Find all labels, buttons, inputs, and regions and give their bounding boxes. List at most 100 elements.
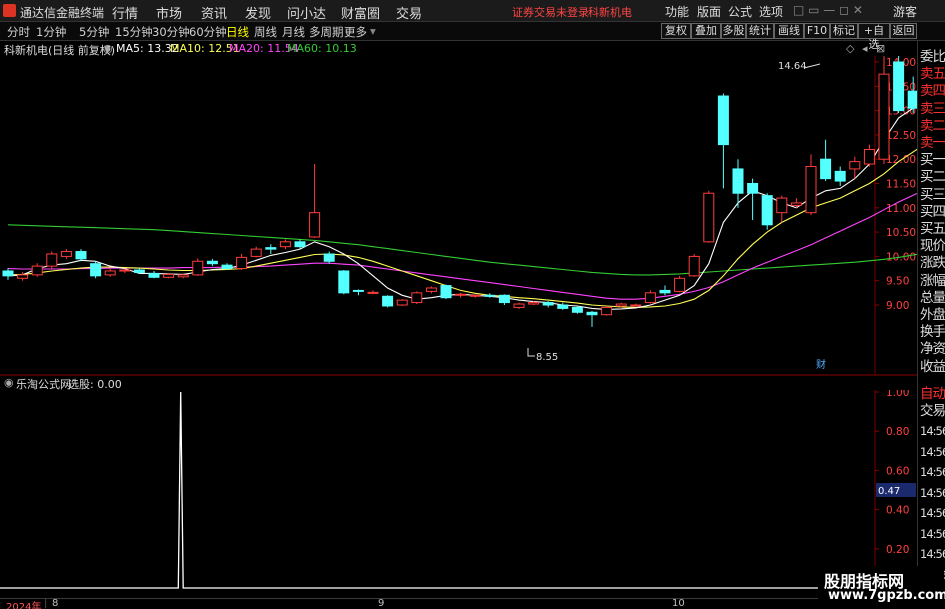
candle-body-up [104,270,116,276]
login-status[interactable]: 证券交易未登录 [512,4,589,20]
settings-circle-icon[interactable]: ◉ [103,42,113,55]
fuquan-button[interactable]: 复权 [661,23,691,39]
candle[interactable] [382,295,394,308]
candle[interactable] [440,284,452,300]
diamond-icon[interactable]: ◇ [846,42,854,55]
menu-xuanxiang[interactable]: 选项 [759,3,783,20]
indicator-chart[interactable]: 1.00 0.80 0.60 0.40 0.20 0.47 [0,390,917,598]
period-more[interactable]: 更多 [344,24,367,40]
tongji-button[interactable]: 统计 [746,23,774,39]
period-15min[interactable]: 15分钟 [115,24,153,40]
price-tick-label: 10.50 [886,227,916,239]
menu-faxian[interactable]: 发现 [245,3,271,22]
candle-body-up [878,73,890,160]
menu-shichang[interactable]: 市场 [156,3,182,22]
settings-circle-icon[interactable]: ◉ [4,376,14,389]
candle[interactable] [688,253,700,277]
candle[interactable] [893,56,905,114]
candle-body-up [396,299,408,306]
candle[interactable] [411,291,423,305]
candle-body-up [601,306,613,316]
cai-label[interactable]: 财 [816,358,826,371]
side-trade-item[interactable]: 交易 [920,399,945,419]
candle-body-up [250,248,262,257]
candle-body-up [411,292,423,304]
candle-body-up [688,255,700,277]
candle-body-up [163,273,175,278]
watermark-line2: www.7gpzb.com [828,588,945,603]
candle-body-up [644,292,656,304]
side-quote-item[interactable]: 收益 [920,355,945,375]
side-time-item: 14:56 [920,547,945,561]
candle[interactable] [601,305,613,316]
high-price-label: 14.64 [778,61,807,72]
diejia-button[interactable]: 叠加 [691,23,721,39]
indicator-tick-label: 0.20 [886,544,909,556]
period-fenshi[interactable]: 分时 [7,24,30,40]
period-5min[interactable]: 5分钟 [79,24,109,40]
period-30min[interactable]: 30分钟 [152,24,190,40]
candle-body-up [776,197,788,214]
collapse-icon[interactable]: ◂ [862,42,868,55]
price-tick-label: 9.00 [886,300,909,312]
candle-body-down [382,295,394,307]
candle-body-up [31,265,43,276]
candle-body-down [571,306,583,313]
current-value-label: 0.47 [878,486,900,497]
candle-body-down [747,183,759,194]
candle[interactable] [396,299,408,306]
menu-wenxiaoda[interactable]: 问小达 [287,3,326,22]
candle[interactable] [571,305,583,314]
period-multi[interactable]: 多周期 [309,24,344,40]
candle-body-up [425,287,437,292]
candle-body-down [834,170,846,182]
candle[interactable] [644,290,656,304]
month-label-8: 8 [52,598,59,609]
candle[interactable] [192,258,204,276]
biaoji-button[interactable]: 标记 [830,23,858,39]
side-time-item: 14:56 [920,465,945,479]
add-watchlist-button[interactable]: +自选 [858,23,890,51]
candle-body-down [2,270,14,277]
side-time-item: 14:56 [920,444,945,459]
menu-jiaoyi[interactable]: 交易 [396,3,422,22]
candle-body-up [17,274,29,279]
panel-divider[interactable] [0,374,917,376]
back-button[interactable]: 返回 [890,23,917,39]
f10-button[interactable]: F10 [804,23,830,39]
close-panel-icon[interactable]: ⊠ [876,42,885,55]
candle[interactable] [703,190,715,243]
period-daily[interactable]: 日线 [226,24,249,40]
menu-zixun[interactable]: 资讯 [201,3,227,22]
candle[interactable] [46,251,58,270]
candle-body-up [849,161,861,170]
menu-gongshi[interactable]: 公式 [728,3,752,20]
duogu-button[interactable]: 多股 [721,23,746,39]
chevron-down-icon[interactable]: ▾ [370,24,376,38]
period-weekly[interactable]: 周线 [254,24,277,40]
period-1min[interactable]: 1分钟 [36,24,66,40]
period-monthly[interactable]: 月线 [282,24,305,40]
candle[interactable] [761,193,773,230]
huaxian-button[interactable]: 画线 [774,23,804,39]
candle-body-down [761,195,773,226]
candle[interactable] [90,261,102,279]
window-controls[interactable]: □ ▭ — ◻ ✕ [793,3,863,17]
menu-banmian[interactable]: 版面 [697,3,721,20]
candle[interactable] [674,275,686,293]
candle-body-up [513,303,525,308]
candle-body-up [46,253,58,267]
period-toolbar: 分时 1分钟 5分钟 15分钟 30分钟 60分钟 日线 周线 月线 多周期 更… [0,22,945,51]
menu-hangqing[interactable]: 行情 [112,3,138,22]
candle[interactable] [338,270,350,295]
period-60min[interactable]: 60分钟 [189,24,227,40]
price-chart[interactable]: 14.0013.5013.0012.5012.0011.5011.0010.50… [0,56,917,374]
side-time-item: 14:56 [920,526,945,541]
candle-body-down [907,90,917,109]
menu-bar: 通达信金融终端 行情 市场 资讯 发现 问小达 财富圈 交易 证券交易未登录 科… [0,0,945,22]
menu-caifuquan[interactable]: 财富圈 [341,3,380,22]
user-guest[interactable]: 游客 [893,3,917,20]
menu-gongneng[interactable]: 功能 [665,3,689,20]
price-tick-label: 12.50 [886,130,916,142]
candle-body-down [659,289,671,294]
